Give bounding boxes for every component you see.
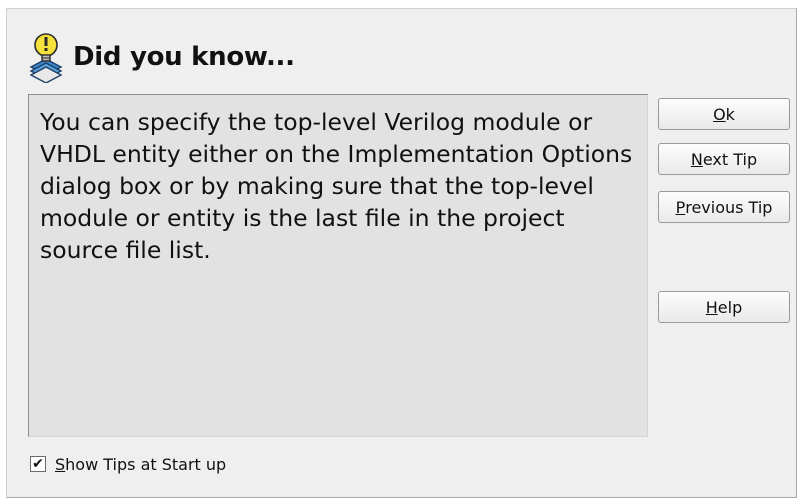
previous-tip-button-mnemonic: P [675, 197, 686, 217]
show-tips-label: Show Tips at Start up [55, 455, 226, 474]
did-you-know-dialog: Did you know... You can specify the top-… [6, 8, 797, 498]
lightbulb-tip-icon [29, 33, 63, 83]
next-tip-button-mnemonic: N [690, 149, 703, 169]
dialog-header: Did you know... [25, 31, 295, 83]
ok-button[interactable]: Ok [658, 98, 790, 130]
show-tips-checkbox[interactable]: ✔ [30, 456, 46, 472]
previous-tip-button[interactable]: Previous Tip [658, 191, 790, 223]
tip-text-panel: You can specify the top-level Verilog mo… [28, 94, 648, 437]
show-tips-option[interactable]: ✔ Show Tips at Start up [30, 453, 226, 475]
checkmark-icon: ✔ [32, 456, 44, 472]
next-tip-button-label: ext Tip [702, 149, 758, 169]
previous-tip-button-label: revious Tip [685, 197, 773, 217]
help-button[interactable]: Help [658, 291, 790, 323]
ok-button-label: k [725, 104, 735, 124]
show-tips-mnemonic: S [55, 454, 66, 474]
ok-button-mnemonic: O [713, 104, 726, 124]
show-tips-label-text: how Tips at Start up [65, 454, 227, 474]
dialog-title: Did you know... [73, 42, 295, 72]
help-button-mnemonic: H [705, 297, 718, 317]
help-button-label: elp [717, 297, 743, 317]
next-tip-button[interactable]: Next Tip [658, 143, 790, 175]
tip-text: You can specify the top-level Verilog mo… [40, 108, 633, 264]
